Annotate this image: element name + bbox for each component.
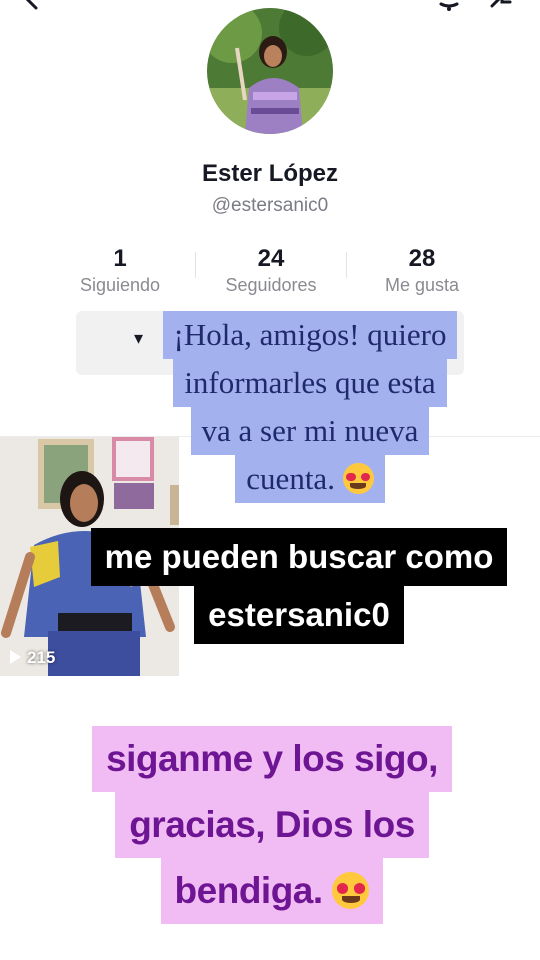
- profile-name: Ester López: [201, 160, 339, 187]
- play-icon: [10, 650, 21, 664]
- heart-eyes-emoji: [342, 462, 374, 494]
- stat-likes-value: 28: [408, 245, 436, 272]
- caption-pink-text: bendiga.: [174, 870, 324, 911]
- caption-pink-last-line: bendiga.: [160, 858, 384, 924]
- caption-blue-line: ¡Hola, amigos! quiero: [162, 311, 458, 359]
- caption-blue-line: informarles que esta: [173, 359, 447, 407]
- avatar-photo: [207, 8, 333, 134]
- chevron-down-icon[interactable]: ▾: [134, 328, 143, 349]
- video-view-count: 215: [10, 648, 55, 668]
- share-icon[interactable]: [488, 0, 514, 12]
- caption-blue-last-line: cuenta.: [235, 455, 385, 503]
- stat-following-value: 1: [113, 245, 127, 272]
- caption-blue: ¡Hola, amigos! quiero informarles que es…: [145, 311, 475, 503]
- stat-followers-label: Seguidores: [225, 275, 317, 295]
- caption-blue-line: va a ser mi nueva: [190, 407, 430, 455]
- caption-pink: siganme y los sigo, gracias, Dios los be…: [86, 726, 458, 924]
- stat-following-label: Siguiendo: [79, 275, 161, 295]
- caption-pink-line: gracias, Dios los: [115, 792, 429, 858]
- stat-likes[interactable]: 28 Me gusta: [347, 244, 497, 296]
- view-count-value: 215: [27, 648, 56, 667]
- bell-icon[interactable]: [436, 0, 462, 12]
- avatar[interactable]: [207, 8, 333, 134]
- caption-black-line: estersanic0: [194, 586, 404, 644]
- caption-pink-line: siganme y los sigo,: [92, 726, 452, 792]
- stat-likes-label: Me gusta: [384, 275, 460, 295]
- stat-followers-value: 24: [257, 245, 285, 272]
- caption-black: me pueden buscar como estersanic0: [84, 528, 514, 644]
- caption-blue-text: cuenta.: [246, 461, 335, 496]
- stat-following[interactable]: 1 Siguiendo: [45, 244, 195, 296]
- heart-eyes-emoji: [332, 871, 370, 909]
- back-arrow-icon[interactable]: [20, 0, 46, 12]
- stat-followers[interactable]: 24 Seguidores: [196, 244, 346, 296]
- caption-black-line: me pueden buscar como: [90, 528, 508, 586]
- profile-handle: @estersanic0: [211, 195, 329, 216]
